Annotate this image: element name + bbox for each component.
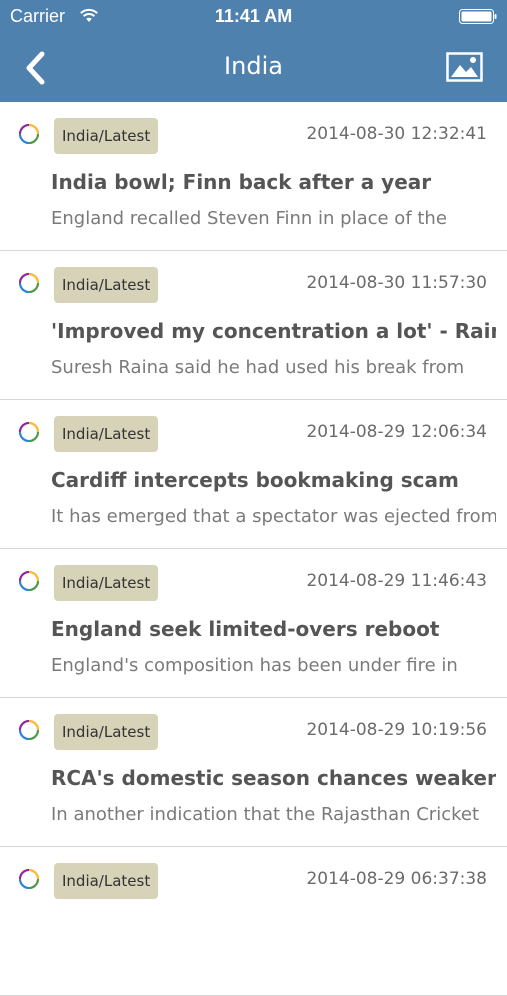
unread-ring-icon bbox=[19, 720, 39, 740]
summary: In another indication that the Rajasthan… bbox=[51, 804, 480, 825]
category-tag: India/Latest bbox=[54, 863, 159, 899]
article-list: India/Latest 2014-08-30 12:32:41 India b… bbox=[0, 102, 507, 996]
timestamp: 2014-08-29 11:46:43 bbox=[306, 571, 487, 591]
unread-ring-icon bbox=[19, 571, 39, 591]
category-tag: India/Latest bbox=[54, 714, 159, 750]
summary: England's composition has been under fir… bbox=[51, 655, 458, 676]
category-tag: India/Latest bbox=[54, 118, 159, 154]
clock: 11:41 AM bbox=[214, 6, 293, 26]
summary: It has emerged that a spectator was ejec… bbox=[51, 506, 496, 527]
navigation-bar: India bbox=[0, 32, 507, 102]
article-row[interactable]: India/Latest 2014-08-29 10:19:56 RCA's d… bbox=[0, 698, 507, 847]
article-row[interactable]: India/Latest 2014-08-29 11:46:43 England… bbox=[0, 549, 507, 698]
unread-ring-icon bbox=[19, 869, 39, 889]
timestamp: 2014-08-29 12:06:34 bbox=[306, 422, 487, 442]
article-row[interactable]: India/Latest 2014-08-29 06:37:38 bbox=[0, 847, 507, 996]
header: Carrier 11:41 AM India bbox=[0, 0, 507, 102]
headline: 'Improved my concentration a lot' - Rain… bbox=[51, 319, 496, 343]
headline: India bowl; Finn back after a year bbox=[51, 170, 432, 194]
timestamp: 2014-08-30 11:57:30 bbox=[306, 273, 487, 293]
summary: England recalled Steven Finn in place of… bbox=[51, 208, 447, 229]
timestamp: 2014-08-29 10:19:56 bbox=[306, 720, 487, 740]
category-tag: India/Latest bbox=[54, 565, 159, 601]
timestamp: 2014-08-29 06:37:38 bbox=[306, 869, 487, 889]
status-bar: Carrier 11:41 AM bbox=[0, 0, 507, 32]
category-tag: India/Latest bbox=[54, 416, 159, 452]
page-title: India bbox=[224, 52, 283, 80]
headline: RCA's domestic season chances weaken bbox=[51, 766, 496, 790]
unread-ring-icon bbox=[19, 124, 39, 144]
battery-icon bbox=[459, 9, 497, 24]
article-row[interactable]: India/Latest 2014-08-29 12:06:34 Cardiff… bbox=[0, 400, 507, 549]
unread-ring-icon bbox=[19, 422, 39, 442]
timestamp: 2014-08-30 12:32:41 bbox=[306, 124, 487, 144]
article-row[interactable]: India/Latest 2014-08-30 12:32:41 India b… bbox=[0, 102, 507, 251]
image-icon[interactable] bbox=[446, 52, 483, 82]
category-tag: India/Latest bbox=[54, 267, 159, 303]
article-row[interactable]: India/Latest 2014-08-30 11:57:30 'Improv… bbox=[0, 251, 507, 400]
unread-ring-icon bbox=[19, 273, 39, 293]
headline: Cardiff intercepts bookmaking scam bbox=[51, 468, 459, 492]
summary: Suresh Raina said he had used his break … bbox=[51, 357, 465, 378]
headline: England seek limited-overs reboot bbox=[51, 617, 440, 641]
